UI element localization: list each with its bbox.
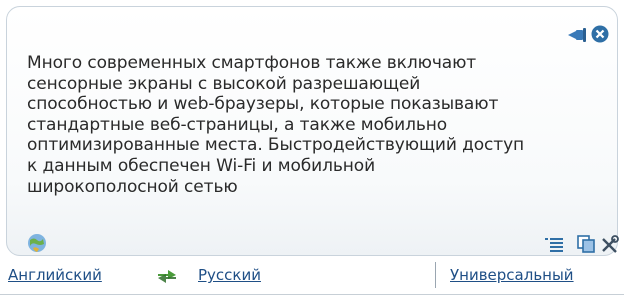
- text-line: стандартные веб-страницы, а также мобиль…: [27, 114, 448, 135]
- tools-icon[interactable]: [601, 235, 619, 253]
- swap-arrows-icon[interactable]: [156, 268, 178, 284]
- globe-icon[interactable]: [27, 233, 47, 253]
- close-icon[interactable]: [591, 25, 609, 43]
- text-line: оптимизированные места. Быстродействующи…: [27, 135, 525, 156]
- copy-icon[interactable]: [577, 235, 595, 253]
- text-line: сенсорные экраны с высокой разрешающей: [27, 73, 421, 94]
- text-line: способностью и web-браузеры, которые пок…: [27, 94, 499, 115]
- text-line: широкополосной сетью: [27, 176, 238, 197]
- bottom-rule: [0, 294, 624, 295]
- translation-popup: Много современных смартфонов также включ…: [6, 6, 619, 256]
- target-language-link[interactable]: Русский: [198, 266, 261, 284]
- pin-icon[interactable]: [567, 27, 587, 43]
- source-language-link[interactable]: Английский: [8, 266, 102, 284]
- list-icon[interactable]: [545, 237, 563, 253]
- dictionary-link[interactable]: Универсальный: [450, 266, 574, 284]
- text-line: Много современных смартфонов также включ…: [27, 53, 477, 73]
- text-line: к данным обеспечен Wi-Fi и мобильной: [27, 155, 376, 176]
- translation-text: Много современных смартфонов также включ…: [27, 53, 617, 197]
- language-bar: Английский Русский Универсальный: [0, 258, 624, 300]
- divider: [435, 262, 436, 288]
